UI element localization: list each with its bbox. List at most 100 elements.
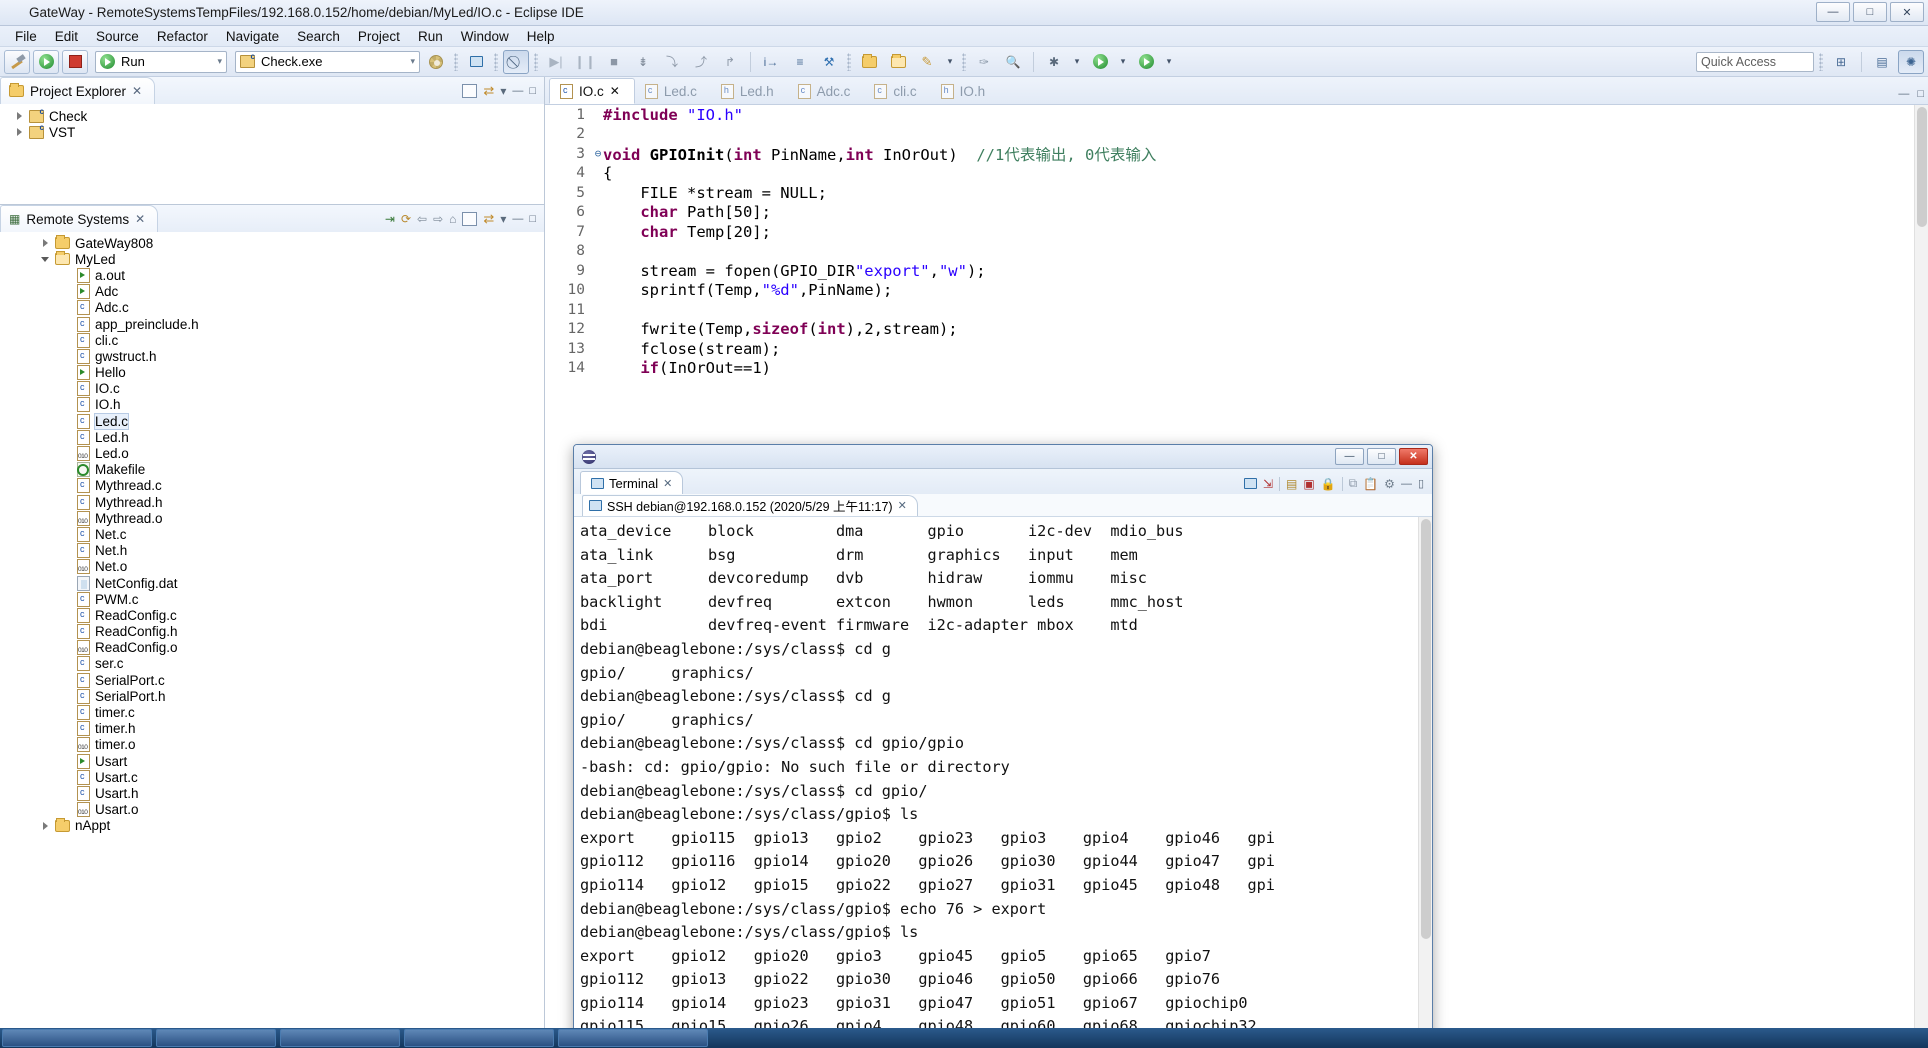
tree-item[interactable]: Usart	[0, 753, 544, 769]
suspend-button[interactable]: ❙❙	[572, 50, 598, 74]
launch-target-combo[interactable]: Check.exe ▾	[235, 50, 420, 73]
taskbar-item[interactable]	[404, 1029, 554, 1047]
forward-icon[interactable]: ⇨	[433, 212, 443, 226]
menu-help[interactable]: Help	[518, 27, 564, 46]
disconnect-button[interactable]: ⇟	[630, 50, 656, 74]
lock-icon[interactable]: 🔒	[1321, 477, 1336, 491]
tree-item[interactable]: Mythread.c	[0, 478, 544, 494]
tree-item[interactable]: Adc	[0, 284, 544, 300]
menu-source[interactable]: Source	[87, 27, 148, 46]
tab-terminal[interactable]: Terminal ✕	[580, 471, 684, 494]
paste-icon[interactable]: 📋	[1363, 477, 1378, 491]
resume-button[interactable]: ▶|	[543, 50, 569, 74]
editor-tab-led-c[interactable]: Led.c	[635, 78, 711, 104]
tree-item[interactable]: Led.h	[0, 429, 544, 445]
tree-item[interactable]: a.out	[0, 267, 544, 283]
terminal-maximize-button[interactable]: □	[1367, 448, 1396, 465]
taskbar-item[interactable]	[280, 1029, 400, 1047]
terminal-minimize-button[interactable]: —	[1335, 448, 1364, 465]
editor-vertical-scrollbar[interactable]	[1914, 105, 1928, 1028]
link-with-editor-icon[interactable]: ⇄	[483, 211, 494, 227]
tree-item[interactable]: GateWay808	[0, 235, 544, 251]
menu-search[interactable]: Search	[288, 27, 349, 46]
tree-item[interactable]: PWM.c	[0, 591, 544, 607]
debug-dropdown-button[interactable]: ▾	[1070, 50, 1084, 74]
tree-item[interactable]: timer.c	[0, 704, 544, 721]
os-taskbar[interactable]	[0, 1028, 1928, 1048]
tab-project-explorer[interactable]: Project Explorer ✕	[0, 77, 156, 104]
expander-icon[interactable]	[14, 128, 24, 137]
tree-item[interactable]: timer.h	[0, 721, 544, 737]
copy-icon[interactable]: ⧉	[1349, 476, 1358, 491]
view-menu-icon[interactable]: ▾	[500, 212, 506, 226]
menu-refactor[interactable]: Refactor	[148, 27, 217, 46]
home-icon[interactable]: ⌂	[449, 212, 456, 226]
close-button[interactable]: ✕	[1890, 2, 1924, 22]
tree-item[interactable]: nAppt	[0, 817, 544, 834]
run-history-button[interactable]	[1087, 50, 1113, 74]
collapse-all-icon[interactable]	[462, 83, 478, 98]
tree-item[interactable]: ReadConfig.c	[0, 607, 544, 623]
external-tools-dropdown-button[interactable]: ▾	[1162, 50, 1176, 74]
remote-systems-tree[interactable]: GateWay808MyLeda.outAdcAdc.capp_preinclu…	[0, 232, 544, 1028]
maximize-view-icon[interactable]: ▯	[1418, 477, 1424, 490]
launch-settings-button[interactable]	[423, 50, 449, 74]
next-annotation-button[interactable]: i→	[758, 50, 784, 74]
editor-tab-io-c[interactable]: IO.c ✕	[549, 78, 635, 104]
menu-window[interactable]: Window	[452, 27, 518, 46]
tree-item[interactable]: IO.h	[0, 397, 544, 413]
tree-item[interactable]: app_preinclude.h	[0, 316, 544, 332]
remove-icon[interactable]: ▣	[1303, 477, 1314, 491]
tree-item[interactable]: Led.c	[0, 412, 544, 430]
menu-run[interactable]: Run	[409, 27, 452, 46]
open-perspective-button[interactable]: ⊞	[1828, 50, 1854, 74]
tree-item[interactable]: Net.c	[0, 526, 544, 542]
tree-item[interactable]: Usart.o	[0, 802, 544, 818]
run-button[interactable]	[33, 49, 59, 74]
tab-remote-systems[interactable]: ▦ Remote Systems ✕	[0, 205, 159, 232]
stop-button[interactable]	[62, 49, 88, 74]
step-into-button[interactable]: ⤵	[659, 50, 685, 74]
perspective-cpp-button[interactable]: ▤	[1869, 50, 1895, 74]
editor-tab-io-h[interactable]: IO.h	[931, 78, 1000, 104]
menu-project[interactable]: Project	[349, 27, 409, 46]
project-explorer-tree[interactable]: Check VST	[0, 104, 544, 204]
tree-item[interactable]: Mythread.h	[0, 494, 544, 510]
minimize-button[interactable]: —	[1816, 2, 1850, 22]
refresh-icon[interactable]: ⟳	[401, 212, 411, 226]
close-icon[interactable]: ✕	[663, 477, 672, 490]
open-element-button[interactable]: ✑	[971, 50, 997, 74]
step-return-button[interactable]: ↱	[717, 50, 743, 74]
new-file-button[interactable]: ✎	[914, 50, 940, 74]
maximize-view-icon[interactable]: □	[529, 213, 536, 225]
terminate-button[interactable]: ■	[601, 50, 627, 74]
scrollbar-thumb[interactable]	[1421, 519, 1431, 939]
minimize-view-icon[interactable]: —	[512, 213, 523, 225]
close-icon[interactable]: ✕	[135, 212, 145, 226]
new-folder-button[interactable]	[885, 50, 911, 74]
fold-marker-icon[interactable]: ⊖	[593, 147, 603, 160]
tree-item[interactable]: SerialPort.h	[0, 688, 544, 704]
close-icon[interactable]: ✕	[898, 499, 907, 512]
tree-item[interactable]: timer.o	[0, 737, 544, 753]
tree-item-check[interactable]: Check	[0, 107, 544, 124]
menu-edit[interactable]: Edit	[46, 27, 87, 46]
run-dropdown-button[interactable]: ▾	[1116, 50, 1130, 74]
build-all-button[interactable]: ⚒	[816, 50, 842, 74]
step-over-button[interactable]: ⤴	[688, 50, 714, 74]
close-icon[interactable]: ✕	[132, 84, 142, 98]
tree-item[interactable]: Hello	[0, 365, 544, 381]
view-menu-icon[interactable]: ⚙	[1384, 477, 1395, 491]
last-edit-button[interactable]: ≡	[787, 50, 813, 74]
tree-item[interactable]: Usart.h	[0, 785, 544, 801]
settings-icon[interactable]: ▤	[1286, 477, 1297, 491]
view-menu-icon[interactable]: ▾	[500, 84, 506, 98]
search-button[interactable]: 🔍	[1000, 50, 1026, 74]
maximize-view-icon[interactable]: □	[1917, 88, 1924, 100]
link-with-editor-icon[interactable]: ⇄	[483, 83, 494, 99]
tree-item[interactable]: Net.o	[0, 559, 544, 575]
new-c-project-button[interactable]	[856, 50, 882, 74]
tree-item[interactable]: NetConfig.dat	[0, 575, 544, 591]
expander-icon[interactable]	[40, 256, 50, 262]
minimize-view-icon[interactable]: —	[1898, 88, 1909, 100]
